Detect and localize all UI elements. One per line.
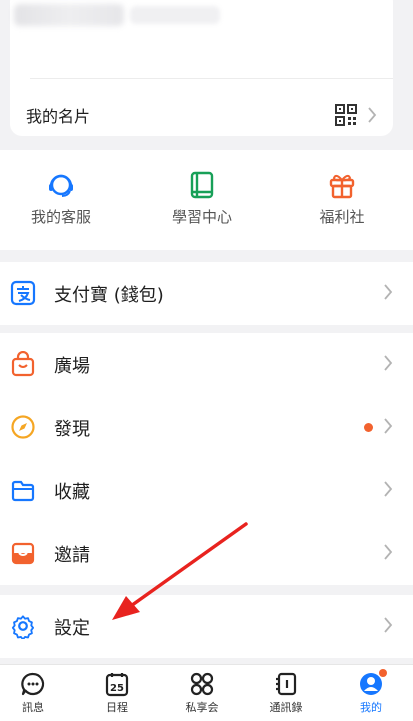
- calendar-day-number: 25: [110, 683, 124, 694]
- menu-label-favorites: 收藏: [54, 481, 90, 503]
- menu-item-favorites[interactable]: 收藏: [0, 459, 413, 522]
- book-icon: [190, 171, 214, 199]
- my-namecard-row[interactable]: 我的名片: [10, 98, 393, 132]
- chevron-right-icon: [368, 107, 377, 123]
- chevron-right-icon: [384, 355, 393, 371]
- folder-icon: [11, 480, 35, 502]
- nav-tab-private[interactable]: 私享会: [172, 671, 232, 715]
- compass-icon: [11, 415, 35, 439]
- menu-label-alipay: 支付寶 (錢包): [54, 284, 164, 306]
- menu-item-settings[interactable]: 設定: [0, 595, 413, 658]
- chevron-right-icon: [384, 418, 393, 434]
- nav-label-messages: 訊息: [22, 701, 44, 714]
- nav-label-private: 私享会: [185, 701, 219, 714]
- nav-tab-calendar[interactable]: 25 日程: [87, 671, 147, 715]
- chevron-right-icon: [384, 481, 393, 497]
- namecard-label: 我的名片: [26, 107, 91, 126]
- four-circles-icon: [190, 672, 214, 696]
- card-divider: [30, 78, 393, 79]
- inbox-icon: [11, 542, 35, 565]
- nav-label-calendar: 日程: [106, 701, 128, 714]
- blurred-username: [14, 4, 124, 26]
- chevron-right-icon: [384, 617, 393, 633]
- nav-tab-messages[interactable]: 訊息: [3, 671, 63, 715]
- quick-label-learning: 學習中心: [171, 208, 232, 226]
- menu-label-invite: 邀請: [54, 544, 90, 566]
- gear-icon: [11, 615, 35, 639]
- alipay-icon: [10, 280, 36, 306]
- quick-label-service: 我的客服: [30, 208, 91, 226]
- menu-label-settings: 設定: [54, 617, 90, 639]
- calendar-icon: 25: [105, 673, 129, 697]
- blurred-subtitle: [130, 6, 220, 24]
- profile-area: 我的名片: [0, 0, 413, 150]
- nav-label-me: 我的: [360, 701, 382, 714]
- quick-customer-service[interactable]: 我的客服: [1, 170, 121, 227]
- gift-icon: [329, 174, 355, 199]
- bottom-nav: 訊息 25 日程 私享会 通訊錄 我的: [0, 664, 413, 721]
- menu-label-plaza: 廣場: [54, 355, 90, 377]
- quick-label-welfare: 福利社: [319, 208, 365, 226]
- chat-bubble-icon: [21, 672, 45, 696]
- nav-tab-contacts[interactable]: 通訊錄: [256, 671, 316, 715]
- contacts-book-icon: [276, 672, 297, 696]
- menu-item-alipay[interactable]: 支付寶 (錢包): [0, 262, 413, 325]
- qr-code-icon: [335, 104, 357, 126]
- chevron-right-icon: [384, 544, 393, 560]
- menu-item-plaza[interactable]: 廣場: [0, 333, 413, 396]
- quick-welfare[interactable]: 福利社: [282, 170, 402, 227]
- quick-actions: 我的客服 學習中心 福利社: [0, 150, 413, 250]
- menu-label-discover: 發現: [54, 418, 90, 440]
- headset-icon: [49, 174, 73, 197]
- menu-item-discover[interactable]: 發現: [0, 396, 413, 459]
- wallet-section: 支付寶 (錢包): [0, 262, 413, 325]
- nav-tab-me[interactable]: 我的: [341, 669, 401, 715]
- main-menu-section: 廣場 發現 收藏 邀請: [0, 333, 413, 585]
- menu-item-invite[interactable]: 邀請: [0, 522, 413, 585]
- notification-dot: [364, 423, 373, 432]
- notification-dot: [379, 669, 387, 677]
- chevron-right-icon: [384, 284, 393, 300]
- nav-label-contacts: 通訊錄: [269, 701, 303, 714]
- quick-learning-center[interactable]: 學習中心: [142, 170, 262, 227]
- settings-section: 設定: [0, 595, 413, 658]
- shopping-bag-icon: [11, 351, 35, 377]
